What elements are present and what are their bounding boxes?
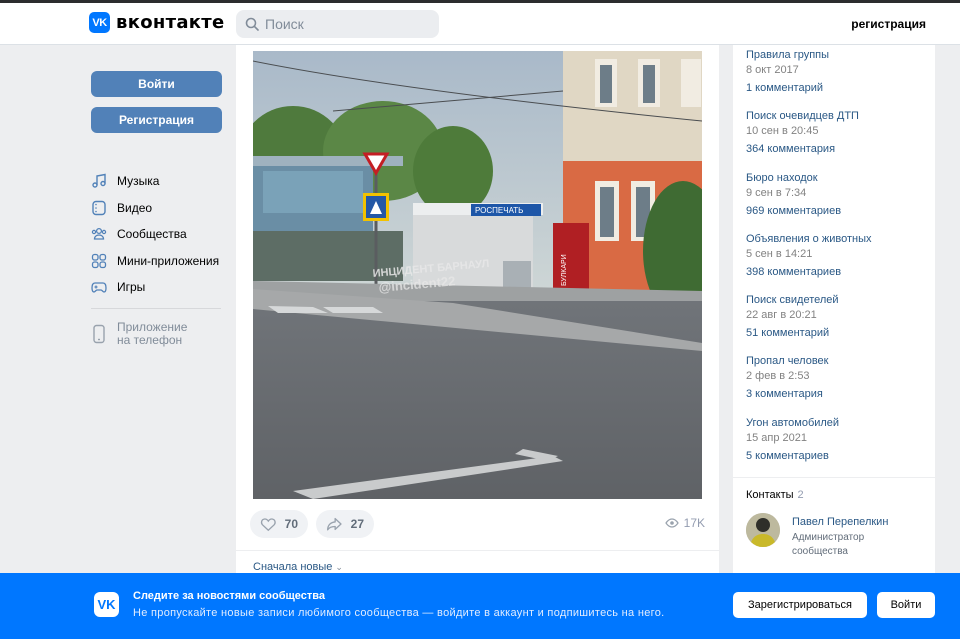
like-count: 70 (284, 517, 298, 531)
sidebar-divider (91, 308, 221, 309)
banner-title: Следите за новостями сообщества (133, 590, 325, 602)
topic-date: 5 сен в 14:21 (746, 248, 813, 260)
list-item: Объявления о животных 5 сен в 14:21 398 … (746, 232, 931, 280)
phone-icon (93, 324, 105, 344)
heart-icon (260, 518, 276, 532)
banner-subtitle: Не пропускайте новые записи любимого соо… (133, 607, 665, 619)
search-input[interactable] (265, 10, 430, 38)
topic-title[interactable]: Бюро находок (746, 171, 931, 186)
topic-title[interactable]: Пропал человек (746, 354, 931, 369)
app-promo-label: Приложение на телефон (117, 320, 188, 347)
views-count: 17K (683, 516, 705, 530)
banner-register-button[interactable]: Зарегистрироваться (733, 592, 867, 618)
login-button[interactable]: Войти (91, 71, 222, 97)
contacts-heading[interactable]: Контакты 2 (746, 489, 804, 501)
video-icon (92, 200, 106, 215)
contact-role: Администратор сообщества (792, 532, 865, 557)
comments-sort-dropdown[interactable]: Сначала новые ⌄ (253, 561, 343, 573)
banner-login-button[interactable]: Войти (877, 592, 935, 618)
gamepad-icon (91, 282, 107, 293)
sidebar-item-mini-apps[interactable]: Мини-приложения (91, 248, 231, 275)
communities-icon (91, 228, 107, 240)
vk-logo-icon[interactable]: VK (89, 12, 110, 33)
post-actions: 70 27 17K (250, 510, 705, 538)
svg-text:РОСПЕЧАТЬ: РОСПЕЧАТЬ (475, 206, 523, 215)
topic-date: 8 окт 2017 (746, 64, 799, 76)
share-count: 27 (350, 517, 364, 531)
contacts-count: 2 (797, 489, 804, 501)
avatar[interactable] (746, 513, 780, 547)
top-header: VK вконтакте регистрация (0, 3, 960, 45)
discussions-list: Правила группы 8 окт 2017 1 комментарий … (733, 45, 935, 477)
post-photo[interactable]: РОСПЕЧАТЬ БУЛКАРИ ИНЦИДЕНТ БАРНАУЛ @inci… (253, 51, 702, 499)
sidebar-item-label: Видео (117, 200, 153, 215)
sidebar-item-games[interactable]: Игры (91, 274, 231, 301)
sidebar-item-label: Игры (117, 280, 146, 295)
topic-comments-link[interactable]: 398 комментариев (746, 265, 931, 280)
sort-label: Сначала новые (253, 561, 333, 573)
list-item: Поиск очевидцев ДТП 10 сен в 20:45 364 к… (746, 109, 931, 157)
share-button[interactable]: 27 (316, 510, 374, 538)
topic-comments-link[interactable]: 1 комментарий (746, 81, 931, 96)
search-box[interactable] (236, 10, 439, 38)
topic-date: 22 авг в 20:21 (746, 309, 817, 321)
sidebar-item-communities[interactable]: Сообщества (91, 221, 231, 248)
contacts-title: Контакты (746, 489, 794, 501)
vk-logo-text[interactable]: вконтакте (116, 12, 225, 33)
topic-date: 15 апр 2021 (746, 432, 808, 444)
register-button[interactable]: Регистрация (91, 107, 222, 133)
list-item: Правила группы 8 окт 2017 1 комментарий (746, 48, 931, 96)
eye-icon (664, 518, 679, 528)
subscribe-banner: VK Следите за новостями сообщества Не пр… (0, 573, 960, 639)
topic-title[interactable]: Объявления о животных (746, 232, 931, 247)
search-icon (245, 17, 259, 31)
wall-post: РОСПЕЧАТЬ БУЛКАРИ ИНЦИДЕНТ БАРНАУЛ @inci… (236, 45, 719, 550)
topic-comments-link[interactable]: 364 комментария (746, 142, 931, 157)
topic-date: 10 сен в 20:45 (746, 125, 819, 137)
topic-comments-link[interactable]: 3 комментария (746, 387, 931, 402)
list-item: Поиск свидетелей 22 авг в 20:21 51 комме… (746, 293, 931, 341)
sidebar-item-music[interactable]: Музыка (91, 168, 231, 195)
register-link[interactable]: регистрация (851, 17, 926, 31)
music-icon (92, 173, 106, 188)
topic-title[interactable]: Угон автомобилей (746, 416, 931, 431)
sidebar-item-video[interactable]: Видео (91, 195, 231, 222)
contact-name[interactable]: Павел Перепелкин (792, 516, 888, 528)
topic-comments-link[interactable]: 51 комментарий (746, 326, 931, 341)
contacts-block: Контакты 2 Павел Перепелкин Администратор… (733, 478, 935, 578)
share-icon (326, 517, 342, 531)
side-nav: Музыка Видео Сообщества Мини-приложения … (91, 168, 231, 301)
like-button[interactable]: 70 (250, 510, 308, 538)
topic-title[interactable]: Поиск очевидцев ДТП (746, 109, 931, 124)
mini-apps-icon (91, 253, 107, 268)
sidebar-item-label: Сообщества (117, 227, 187, 242)
list-item: Угон автомобилей 15 апр 2021 5 комментар… (746, 416, 931, 464)
sidebar-item-label: Мини-приложения (117, 253, 220, 268)
street-photo-image: РОСПЕЧАТЬ БУЛКАРИ ИНЦИДЕНТ БАРНАУЛ @inci… (253, 51, 702, 499)
svg-text:БУЛКАРИ: БУЛКАРИ (561, 254, 568, 286)
chevron-down-icon: ⌄ (335, 562, 343, 572)
topic-title[interactable]: Поиск свидетелей (746, 293, 931, 308)
topic-title[interactable]: Правила группы (746, 48, 931, 63)
mobile-app-promo[interactable]: Приложение на телефон (91, 321, 197, 347)
topic-comments-link[interactable]: 5 комментариев (746, 449, 931, 464)
topic-comments-link[interactable]: 969 комментариев (746, 204, 931, 219)
topic-date: 9 сен в 7:34 (746, 187, 807, 199)
sidebar-item-label: Музыка (117, 174, 160, 189)
list-item: Пропал человек 2 фев в 2:53 3 комментари… (746, 354, 931, 402)
vk-logo-icon: VK (94, 592, 119, 617)
list-item: Бюро находок 9 сен в 7:34 969 комментари… (746, 171, 931, 219)
views-counter: 17K (664, 516, 705, 530)
topic-date: 2 фев в 2:53 (746, 370, 810, 382)
